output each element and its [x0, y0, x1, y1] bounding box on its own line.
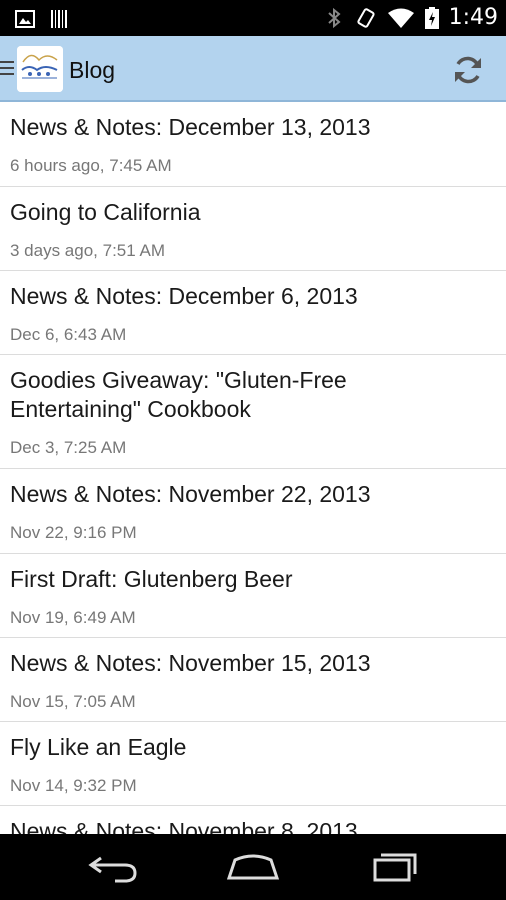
post-time: Dec 3, 7:25 AM: [10, 438, 127, 457]
vibrate-icon: [356, 8, 375, 28]
refresh-icon[interactable]: [448, 50, 488, 90]
post-time: 6 hours ago, 7:45 AM: [10, 156, 172, 175]
post-title: News & Notes: November 8, 2013: [10, 818, 358, 834]
battery-icon: [424, 7, 439, 29]
post-time: 3 days ago, 7:51 AM: [10, 241, 165, 260]
list-item[interactable]: First Draft: Glutenberg Beer Nov 19, 6:4…: [0, 554, 506, 638]
list-item[interactable]: News & Notes: November 22, 2013 Nov 22, …: [0, 469, 506, 554]
post-title: News & Notes: November 15, 2013: [10, 650, 371, 676]
list-item[interactable]: News & Notes: December 13, 2013 6 hours …: [0, 102, 506, 187]
picture-icon: [15, 10, 35, 28]
post-time: Nov 14, 9:32 PM: [10, 776, 137, 795]
barcode-icon: [51, 10, 67, 28]
status-bar: 1:49: [0, 0, 506, 36]
post-title: First Draft: Glutenberg Beer: [10, 566, 293, 592]
post-title: Goodies Giveaway: "Gluten-Free Entertain…: [10, 367, 347, 422]
wifi-icon: [387, 8, 414, 28]
list-item[interactable]: News & Notes: November 15, 2013 Nov 15, …: [0, 638, 506, 722]
navigation-bar: [0, 834, 506, 900]
app-logo-icon[interactable]: [17, 46, 63, 92]
blog-post-list[interactable]: News & Notes: December 13, 2013 6 hours …: [0, 102, 506, 834]
bluetooth-icon: [327, 7, 341, 29]
list-item[interactable]: Going to California 3 days ago, 7:51 AM: [0, 187, 506, 271]
back-icon[interactable]: [85, 848, 141, 884]
post-time: Nov 22, 9:16 PM: [10, 523, 137, 542]
list-item[interactable]: Fly Like an Eagle Nov 14, 9:32 PM: [0, 722, 506, 806]
post-title: Fly Like an Eagle: [10, 734, 187, 760]
home-icon[interactable]: [225, 848, 281, 884]
list-item[interactable]: News & Notes: December 6, 2013 Dec 6, 6:…: [0, 271, 506, 355]
status-time: 1:49: [448, 5, 498, 30]
up-navigation-icon[interactable]: [0, 60, 14, 76]
list-item[interactable]: Goodies Giveaway: "Gluten-Free Entertain…: [0, 355, 506, 469]
recent-apps-icon[interactable]: [367, 848, 423, 884]
list-item[interactable]: News & Notes: November 8, 2013: [0, 806, 506, 834]
post-title: News & Notes: December 13, 2013: [10, 114, 371, 140]
post-time: Nov 15, 7:05 AM: [10, 692, 136, 711]
post-title: News & Notes: November 22, 2013: [10, 481, 371, 507]
post-title: News & Notes: December 6, 2013: [10, 283, 358, 309]
post-title: Going to California: [10, 199, 201, 225]
post-time: Nov 19, 6:49 AM: [10, 608, 136, 627]
post-time: Dec 6, 6:43 AM: [10, 325, 127, 344]
action-bar: Blog: [0, 36, 506, 102]
page-title: Blog: [69, 57, 116, 83]
